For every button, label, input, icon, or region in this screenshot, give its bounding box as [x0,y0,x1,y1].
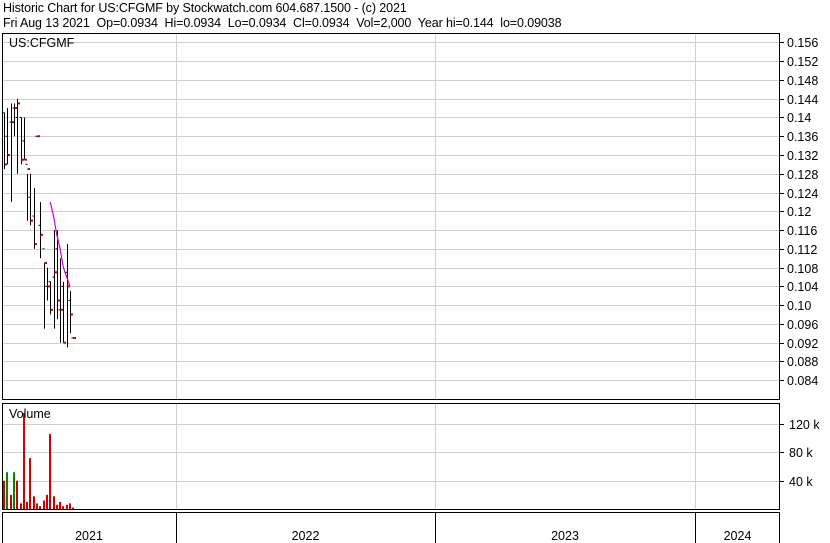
volume-bar [69,503,71,509]
volume-bar [66,504,68,509]
volume-bar [29,458,31,509]
ohlc-bar [65,244,70,348]
price-tick-label: 0.152 [787,55,818,69]
volume-bar [36,503,38,509]
volume-bar [3,480,5,509]
price-tick-label: 0.108 [787,262,818,276]
ohlc-bar [25,163,30,221]
ohlc-bar [28,173,33,226]
year-label: 2021 [75,529,103,543]
volume-bar [59,501,61,509]
volume-tick-label: 80 k [789,446,813,460]
ohlc-bar [2,112,7,170]
volume-bar [23,412,25,509]
volume-bar [39,506,41,509]
volume-bar [49,434,51,509]
year-label: 2023 [551,529,579,543]
volume-bar [43,500,45,509]
price-panel-title: US:CFGMF [9,36,75,50]
volume-bar [33,496,35,509]
volume-gridlines [2,424,780,482]
volume-bar [26,501,28,509]
chart-canvas: 0.1560.1520.1480.1440.140.1360.1320.1280… [2,33,820,543]
ohlc-bar [45,267,50,301]
ohlc-bar [52,230,57,329]
volume-tick-label: 40 k [789,475,813,489]
year-label: 2022 [292,529,320,543]
price-tick-label: 0.144 [787,93,818,107]
price-tick-label: 0.10 [787,299,811,313]
volume-panel-frame [2,403,780,510]
price-tick-label: 0.14 [787,111,811,125]
price-tick-label: 0.136 [787,130,818,144]
volume-tick-label: 120 k [789,418,820,432]
volume-series [3,412,74,509]
ohlc-bar [42,248,47,329]
ohlc-bar [61,281,66,344]
price-tick-label: 0.092 [787,337,818,351]
volume-bar [62,506,64,509]
price-tick-label: 0.084 [787,374,818,388]
price-tick-label: 0.132 [787,149,818,163]
volume-panel-title: Volume [9,407,51,421]
volume-bar [46,494,48,509]
price-panel-frame [2,33,780,400]
volume-bar [13,472,15,509]
ohlc-bar [12,103,17,137]
panel-frames [2,33,780,543]
volume-bar [10,494,12,509]
price-tick-label: 0.128 [787,168,818,182]
volume-bar [56,504,58,509]
price-tick-label: 0.156 [787,36,818,50]
volume-axis-ticks: 120 k 80 k 40 k [780,418,820,489]
price-tick-label: 0.148 [787,74,818,88]
price-tick-label: 0.12 [787,205,811,219]
price-axis-ticks: 0.156 0.152 0.148 0.144 0.14 0.136 0.132 0.128 0… [780,36,818,388]
volume-bar [20,503,22,509]
price-tick-label: 0.096 [787,318,818,332]
ohlc-bar [32,187,37,249]
year-gridlines [176,33,696,543]
volume-bar [16,480,18,509]
price-tick-label: 0.116 [787,224,817,238]
price-tick-label: 0.112 [787,243,817,257]
price-tick-label: 0.124 [787,187,818,201]
volume-bar [53,496,55,509]
year-label: 2024 [724,529,752,543]
price-tick-label: 0.088 [787,355,818,369]
stockwatch-historic-chart: Historic Chart for US:CFGMF by Stockwatc… [0,0,830,543]
price-tick-label: 0.104 [787,280,818,294]
price-gridlines [2,42,780,381]
ohlc-bar [9,103,14,202]
volume-bar [6,472,8,509]
volume-bar [72,507,74,509]
ohlc-bar [68,291,73,334]
ohlc-series [2,98,76,348]
ohlc-bar [22,117,27,161]
